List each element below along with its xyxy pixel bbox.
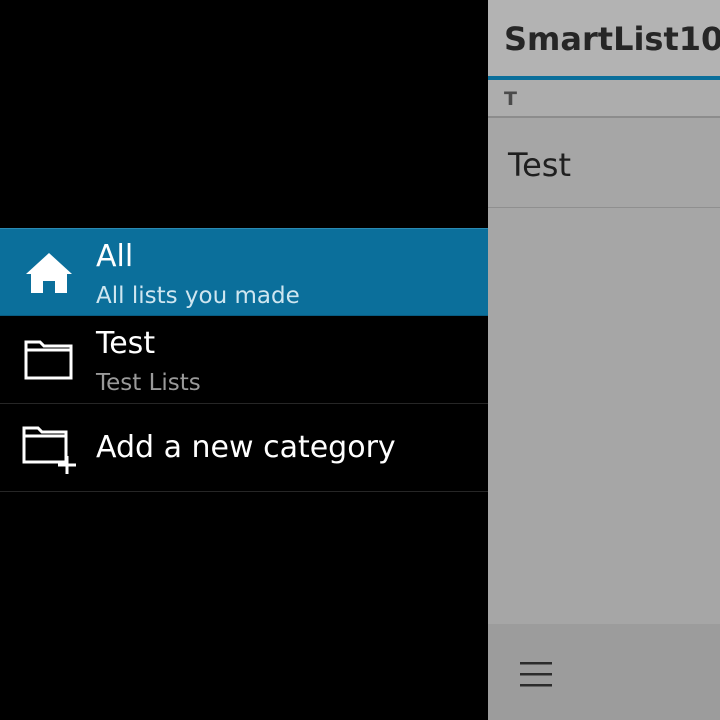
category-list: All All lists you made Test Test Lists A… xyxy=(0,228,488,492)
list-item-label: Test xyxy=(508,146,572,184)
home-icon xyxy=(26,253,72,293)
title-bar: SmartList10: xyxy=(488,0,720,80)
category-title: Test xyxy=(96,326,156,361)
list-item[interactable]: Test xyxy=(488,120,720,208)
add-category-label: Add a new category xyxy=(96,430,396,465)
category-title: All xyxy=(96,239,134,274)
add-folder-icon xyxy=(22,426,76,474)
action-bar xyxy=(488,624,720,720)
section-letter: T xyxy=(504,88,517,110)
section-header: T xyxy=(488,80,720,118)
category-item-all[interactable]: All All lists you made xyxy=(0,228,488,316)
category-subtitle: Test Lists xyxy=(96,370,201,396)
add-category-item[interactable]: Add a new category xyxy=(0,404,488,492)
category-drawer: All All lists you made Test Test Lists A… xyxy=(0,0,488,720)
folder-icon xyxy=(24,340,73,380)
page-title: SmartList10: xyxy=(504,20,720,58)
category-subtitle: All lists you made xyxy=(96,283,300,309)
category-item-test[interactable]: Test Test Lists xyxy=(0,316,488,404)
hamburger-menu-icon[interactable] xyxy=(518,660,554,688)
app-root: All All lists you made Test Test Lists A… xyxy=(0,0,720,720)
list-page: SmartList10: T Test xyxy=(488,0,720,720)
